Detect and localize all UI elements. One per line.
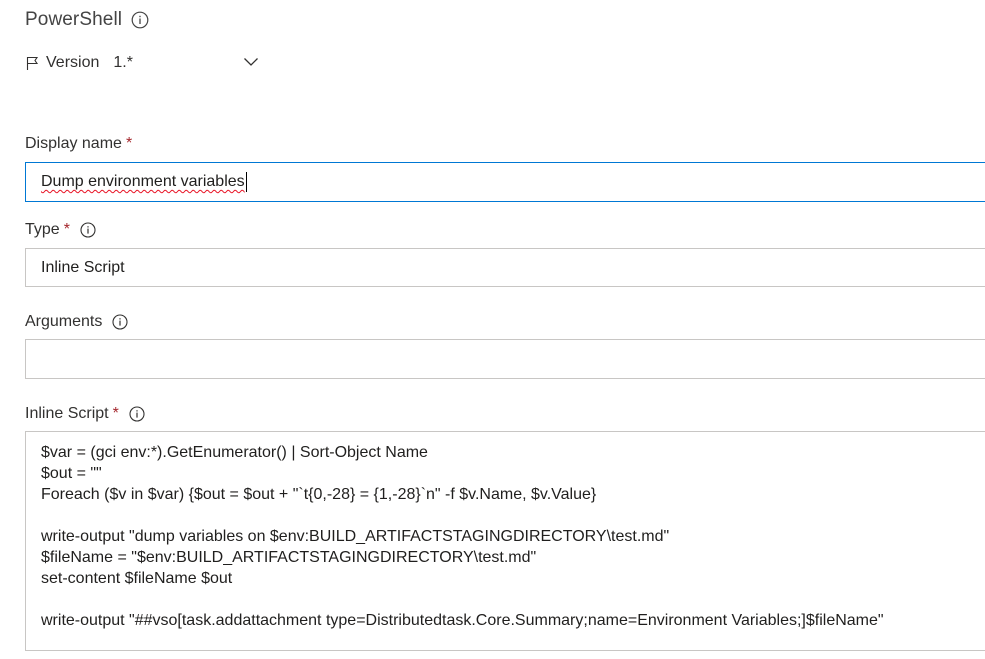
required-asterisk: * bbox=[63, 221, 70, 238]
type-label-text: Type bbox=[25, 221, 60, 238]
arguments-input[interactable] bbox=[25, 339, 985, 379]
version-selector[interactable]: Version 1.* bbox=[25, 52, 133, 74]
flag-icon bbox=[25, 55, 41, 71]
script-line: write-output "##vso[task.addattachment t… bbox=[41, 612, 884, 629]
type-select[interactable]: Inline Script bbox=[25, 248, 985, 287]
info-icon[interactable] bbox=[129, 406, 145, 422]
info-icon[interactable] bbox=[112, 314, 128, 330]
task-editor-panel: PowerShell Version 1.* Display name * Du… bbox=[0, 0, 985, 659]
script-line: Foreach ($v in $var) {$out = $out + "`t{… bbox=[41, 486, 597, 503]
version-label: Version bbox=[46, 54, 100, 71]
type-label: Type * bbox=[25, 219, 96, 241]
display-name-value: Dump environment variables bbox=[41, 173, 245, 191]
script-line: $out = "" bbox=[41, 465, 102, 482]
info-icon[interactable] bbox=[131, 11, 149, 29]
display-name-input[interactable]: Dump environment variables bbox=[25, 162, 985, 202]
inline-script-label-text: Inline Script bbox=[25, 405, 109, 422]
script-line: set-content $fileName $out bbox=[41, 570, 233, 587]
arguments-label-text: Arguments bbox=[25, 313, 103, 330]
script-line: write-output "dump variables on $env:BUI… bbox=[41, 528, 670, 545]
script-line: $var = (gci env:*).GetEnumerator() | Sor… bbox=[41, 444, 428, 461]
script-line bbox=[41, 505, 985, 526]
required-asterisk: * bbox=[112, 405, 119, 422]
type-value: Inline Script bbox=[41, 258, 125, 276]
display-name-label: Display name * bbox=[25, 133, 132, 155]
display-name-label-text: Display name bbox=[25, 135, 122, 152]
chevron-down-icon[interactable] bbox=[242, 55, 260, 69]
info-icon[interactable] bbox=[80, 222, 96, 238]
version-value: 1.* bbox=[113, 54, 133, 71]
task-header: PowerShell bbox=[25, 8, 149, 32]
text-caret bbox=[245, 172, 247, 192]
inline-script-textarea[interactable]: $var = (gci env:*).GetEnumerator() | Sor… bbox=[25, 431, 985, 651]
task-title: PowerShell bbox=[25, 9, 123, 30]
display-name-value-text: Dump environment variables bbox=[41, 173, 245, 190]
script-line bbox=[41, 589, 985, 610]
arguments-label: Arguments bbox=[25, 311, 128, 333]
inline-script-label: Inline Script * bbox=[25, 403, 145, 425]
script-line: $fileName = "$env:BUILD_ARTIFACTSTAGINGD… bbox=[41, 549, 537, 566]
required-asterisk: * bbox=[125, 135, 133, 152]
